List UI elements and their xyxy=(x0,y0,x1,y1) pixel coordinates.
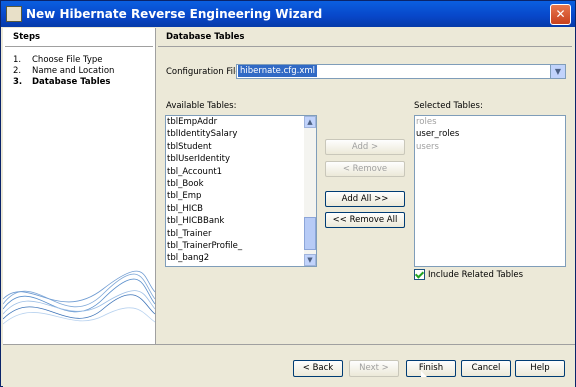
list-item[interactable]: user_roles xyxy=(415,128,565,140)
list-item[interactable]: tblStudent xyxy=(166,141,316,153)
remove-button[interactable]: < Remove xyxy=(325,161,405,177)
step-item: 3. Database Tables xyxy=(13,77,155,88)
content-panel: Database Tables Configuration File: hibe… xyxy=(156,28,574,344)
button-bar: < Back Next > Finish Cancel Help xyxy=(3,344,575,387)
list-item[interactable]: users xyxy=(415,141,565,153)
config-file-value: hibernate.cfg.xml xyxy=(238,65,318,77)
step-label: Database Tables xyxy=(32,77,111,87)
step-item: 2. Name and Location xyxy=(13,66,155,77)
chevron-down-icon[interactable]: ▼ xyxy=(550,65,565,78)
config-file-label: Configuration File: xyxy=(166,67,244,77)
cancel-button[interactable]: Cancel xyxy=(461,360,511,377)
selected-tables-list[interactable]: roles user_roles users xyxy=(414,115,566,267)
list-item[interactable]: tbl_HICBBank xyxy=(166,215,316,227)
available-scrollbar[interactable]: ▲ ▼ xyxy=(304,116,316,266)
help-button[interactable]: Help xyxy=(515,360,565,377)
step-item: 1. Choose File Type xyxy=(13,55,155,66)
add-all-button[interactable]: Add All >> xyxy=(325,191,405,207)
step-number: 3. xyxy=(13,77,23,87)
available-items: tblEmpAddr tblIdentitySalary tblStudent tbl… xyxy=(166,116,316,265)
add-button[interactable]: Add > xyxy=(325,139,405,155)
include-related-checkbox[interactable] xyxy=(414,269,425,280)
title-bar[interactable]: New Hibernate Reverse Engineering Wizard… xyxy=(1,1,575,27)
window-title: New Hibernate Reverse Engineering Wizard xyxy=(26,7,323,21)
scroll-thumb[interactable] xyxy=(304,217,316,250)
available-tables-label: Available Tables: xyxy=(166,101,237,111)
app-icon xyxy=(6,6,22,22)
next-button[interactable]: Next > xyxy=(349,360,399,377)
mouse-cursor-icon xyxy=(421,371,427,377)
steps-panel: Steps 1. Choose File Type 2. Name and Locat… xyxy=(3,28,156,344)
list-item[interactable]: tbl_Emp xyxy=(166,190,316,202)
close-icon[interactable]: ✕ xyxy=(550,4,571,25)
list-item[interactable]: tbl_HICB xyxy=(166,203,316,215)
list-item[interactable]: tbl_Account1 xyxy=(166,166,316,178)
steps-heading: Steps xyxy=(5,28,153,47)
wizard-window: New Hibernate Reverse Engineering Wizard… xyxy=(0,0,576,387)
list-item[interactable]: tblEmpAddr xyxy=(166,116,316,128)
decorative-wave-graphic xyxy=(3,270,155,325)
list-item[interactable]: tblUserIdentity xyxy=(166,153,316,165)
steps-list: 1. Choose File Type 2. Name and Location 3. D… xyxy=(3,55,155,88)
remove-all-button[interactable]: << Remove All xyxy=(325,212,405,228)
back-button[interactable]: < Back xyxy=(293,360,343,377)
step-number: 1. xyxy=(13,55,22,65)
available-tables-list[interactable]: tblEmpAddr tblIdentitySalary tblStudent tbl… xyxy=(165,115,317,267)
list-item[interactable]: tbl_Trainer xyxy=(166,228,316,240)
panel-heading: Database Tables xyxy=(158,28,572,47)
scroll-up-icon[interactable]: ▲ xyxy=(304,116,316,128)
config-file-select[interactable]: hibernate.cfg.xml ▼ xyxy=(236,64,566,79)
list-item[interactable]: tbl_Book xyxy=(166,178,316,190)
include-related-row[interactable]: Include Related Tables xyxy=(414,269,523,280)
selected-tables-label: Selected Tables: xyxy=(414,101,483,111)
list-item[interactable]: roles xyxy=(415,116,565,128)
include-related-label: Include Related Tables xyxy=(428,269,524,280)
finish-button[interactable]: Finish xyxy=(406,360,456,377)
step-number: 2. xyxy=(13,66,22,76)
selected-items: roles user_roles users xyxy=(415,116,565,153)
step-label: Choose File Type xyxy=(32,55,103,65)
list-item[interactable]: tblIdentitySalary xyxy=(166,128,316,140)
list-item[interactable]: tbl_bang2 xyxy=(166,252,316,264)
step-label: Name and Location xyxy=(32,66,115,76)
scroll-down-icon[interactable]: ▼ xyxy=(304,254,316,266)
list-item[interactable]: tbl_TrainerProfile_ xyxy=(166,240,316,252)
